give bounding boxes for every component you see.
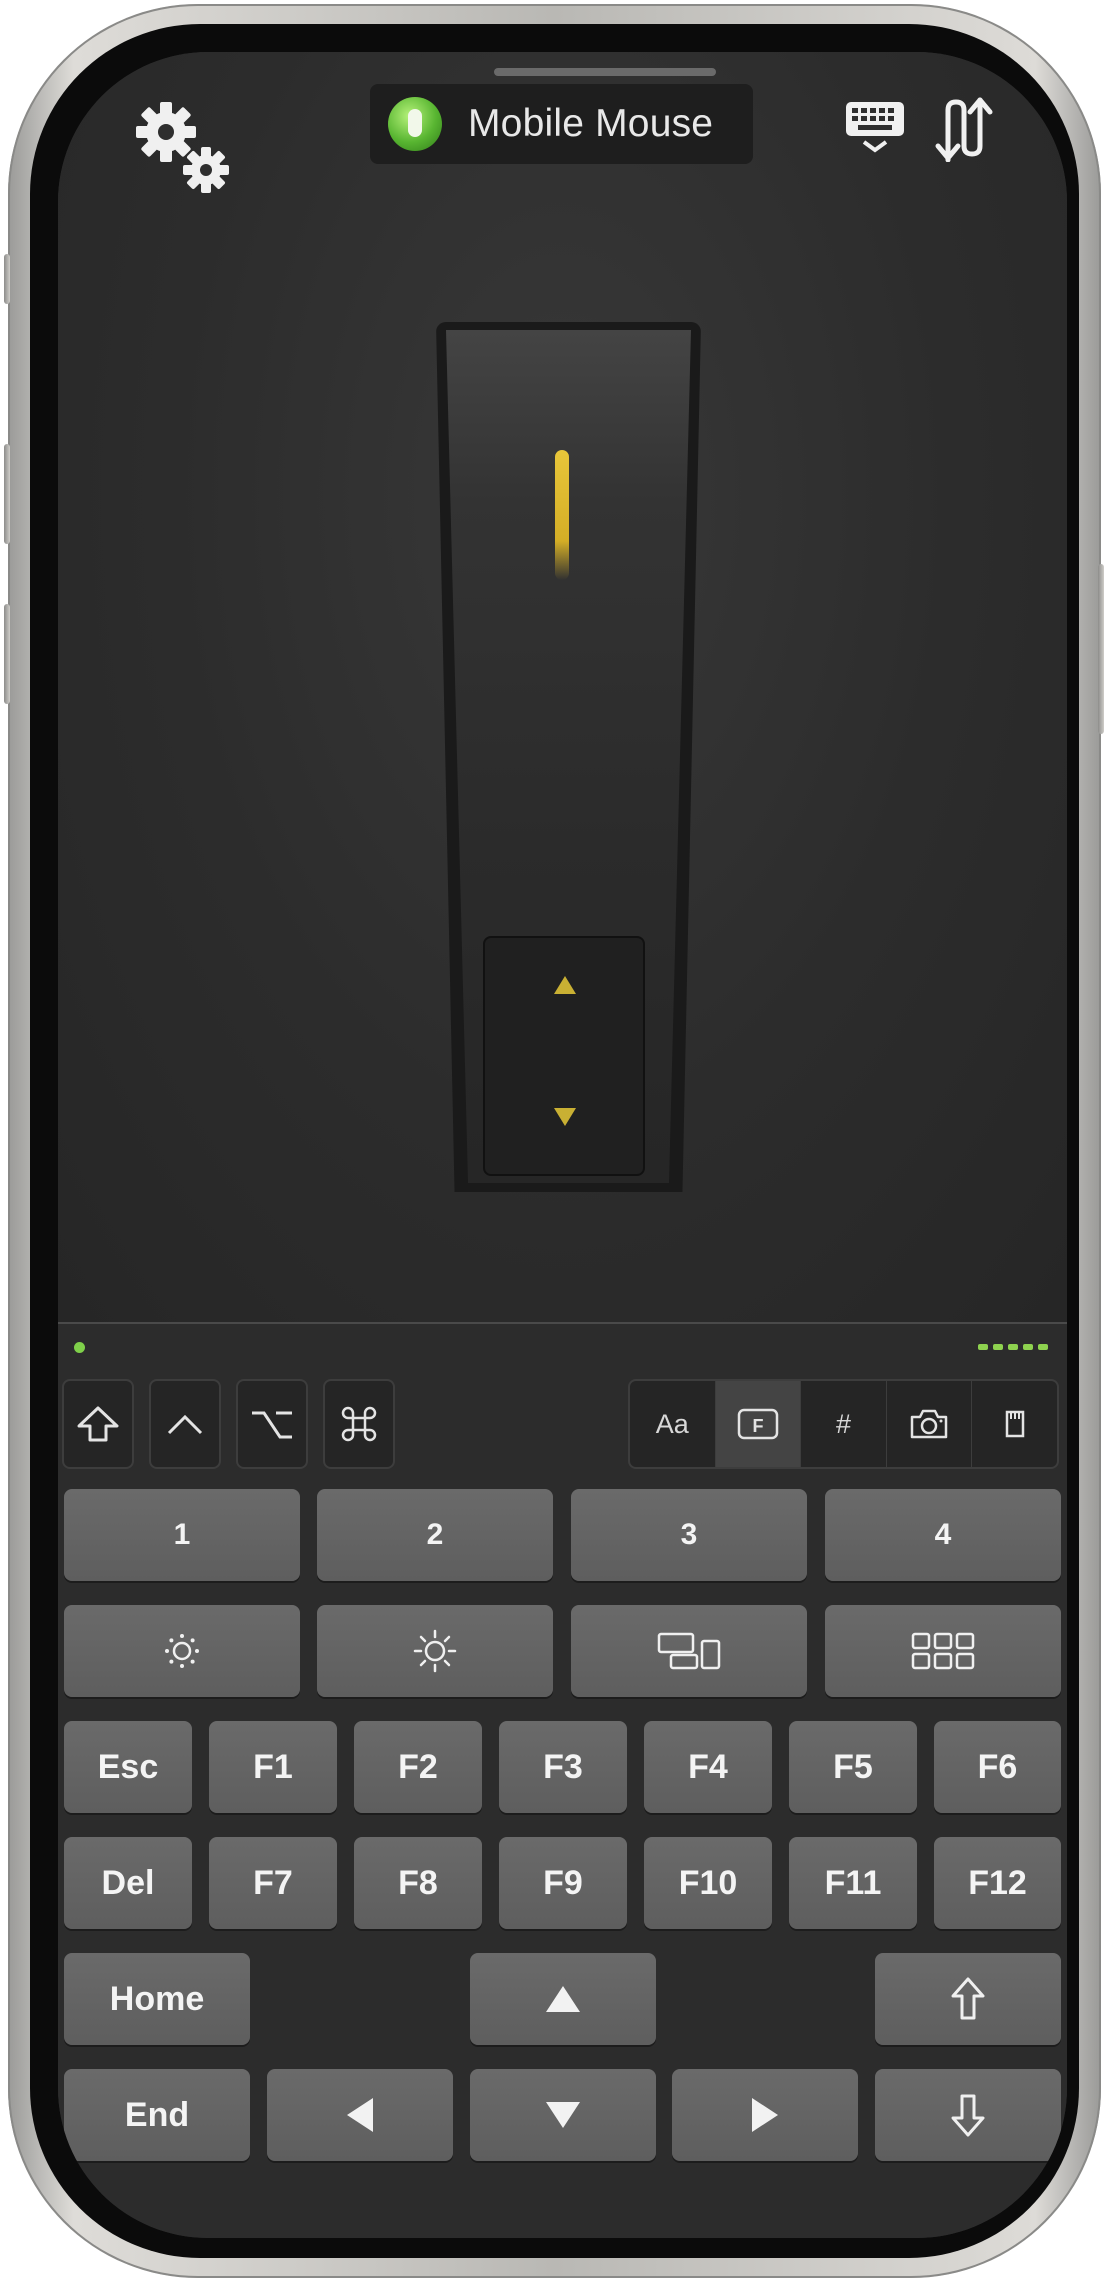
connection-title[interactable]: Mobile Mouse (370, 84, 753, 164)
shift-icon (77, 1406, 119, 1442)
key-f8[interactable]: F8 (354, 1837, 482, 1929)
key-label: F5 (833, 1747, 873, 1786)
key-label: F2 (398, 1747, 438, 1786)
key-label: Home (109, 1979, 205, 2018)
command-modifier[interactable] (323, 1379, 395, 1469)
key-4[interactable]: 4 (825, 1489, 1061, 1581)
key-f5[interactable]: F5 (789, 1721, 917, 1813)
key-page-up[interactable] (875, 1953, 1061, 2045)
key-del[interactable]: Del (64, 1837, 192, 1929)
key-home[interactable]: Home (64, 1953, 250, 2045)
key-label: F1 (253, 1747, 293, 1786)
key-brightness-down[interactable] (64, 1605, 300, 1697)
command-icon (341, 1406, 377, 1442)
control-caret-icon (167, 1414, 203, 1435)
speaker-grille (494, 68, 716, 76)
key-f3[interactable]: F3 (499, 1721, 627, 1813)
page-indicator (978, 1344, 1048, 1350)
key-f12[interactable]: F12 (934, 1837, 1061, 1929)
key-label: F9 (543, 1863, 583, 1902)
scroll-buttons[interactable] (483, 936, 645, 1176)
mode-function-keys[interactable]: F (714, 1381, 801, 1467)
mode-text[interactable]: Aa (630, 1381, 715, 1467)
arrow-left-icon (347, 2098, 373, 2132)
app-title: Mobile Mouse (468, 102, 714, 145)
key-label: Esc (97, 1747, 159, 1786)
key-label: F12 (968, 1863, 1027, 1902)
key-label: F3 (543, 1747, 583, 1786)
key-label: F6 (977, 1747, 1018, 1786)
page-down-arrow-icon (951, 2094, 985, 2137)
key-brightness-up[interactable] (317, 1605, 553, 1697)
key-label: F4 (688, 1747, 728, 1786)
side-button-volume-down (4, 604, 10, 704)
side-button-volume-up (4, 444, 10, 544)
option-modifier[interactable] (236, 1379, 308, 1469)
shift-modifier[interactable] (62, 1379, 134, 1469)
svg-text:F: F (752, 1416, 763, 1436)
triangle-up-icon[interactable] (554, 976, 576, 994)
arrow-down-icon (546, 2102, 580, 2128)
key-label: F11 (824, 1863, 882, 1902)
key-launchpad[interactable] (825, 1605, 1061, 1697)
key-end[interactable]: End (64, 2069, 250, 2161)
page-up-arrow-icon (951, 1977, 985, 2020)
key-label: F8 (398, 1863, 438, 1902)
key-arrow-down[interactable] (470, 2069, 656, 2161)
gears-icon[interactable] (128, 92, 248, 202)
keyboard-mode-selector: Aa F # (628, 1379, 1059, 1469)
sd-card-icon (1005, 1410, 1024, 1438)
phone-frame: Mobile Mouse Aa F # 1 2 3 4 Esc F1 F2 F3… (4, 4, 1104, 2278)
mode-numbers[interactable]: # (800, 1381, 886, 1467)
key-arrow-right[interactable] (672, 2069, 858, 2161)
app-screen: Mobile Mouse Aa F # 1 2 3 4 Esc F1 F2 F3… (58, 52, 1067, 2238)
key-f7[interactable]: F7 (209, 1837, 337, 1929)
arrow-up-icon (546, 1986, 580, 2012)
key-page-down[interactable] (875, 2069, 1061, 2161)
side-button-power (1098, 564, 1104, 734)
key-arrow-up[interactable] (470, 1953, 656, 2045)
key-label: 1 (173, 1518, 191, 1551)
key-2[interactable]: 2 (317, 1489, 553, 1581)
function-key-icon: F (737, 1408, 779, 1440)
keyboard-icon[interactable] (844, 100, 906, 156)
mode-text-label: Aa (655, 1408, 689, 1439)
key-f1[interactable]: F1 (209, 1721, 337, 1813)
key-label: F7 (253, 1863, 293, 1902)
mode-numbers-label: # (835, 1408, 851, 1439)
key-3[interactable]: 3 (571, 1489, 807, 1581)
key-mission-control[interactable] (571, 1605, 807, 1697)
brightness-down-icon (165, 1634, 199, 1668)
connection-status-icon (388, 97, 442, 151)
side-button-action (4, 254, 10, 304)
scroll-indicator (555, 450, 569, 580)
mode-storage[interactable] (971, 1381, 1057, 1467)
switch-arrows-icon[interactable] (934, 96, 998, 162)
brightness-up-icon (413, 1629, 457, 1673)
key-f2[interactable]: F2 (354, 1721, 482, 1813)
key-label: Del (101, 1863, 155, 1902)
key-f6[interactable]: F6 (934, 1721, 1061, 1813)
mission-control-icon (657, 1632, 721, 1670)
key-f10[interactable]: F10 (644, 1837, 772, 1929)
camera-icon (910, 1409, 948, 1439)
key-label: 3 (680, 1518, 698, 1551)
key-label: 4 (934, 1518, 952, 1551)
key-label: 2 (426, 1518, 444, 1551)
key-label: End (124, 2095, 190, 2134)
key-esc[interactable]: Esc (64, 1721, 192, 1813)
key-f11[interactable]: F11 (789, 1837, 917, 1929)
triangle-down-icon[interactable] (554, 1108, 576, 1126)
key-f9[interactable]: F9 (499, 1837, 627, 1929)
status-led (74, 1342, 85, 1353)
key-arrow-left[interactable] (267, 2069, 453, 2161)
mode-camera[interactable] (885, 1381, 972, 1467)
launchpad-grid-icon (911, 1632, 975, 1670)
key-1[interactable]: 1 (64, 1489, 300, 1581)
key-f4[interactable]: F4 (644, 1721, 772, 1813)
key-label: F10 (678, 1863, 738, 1902)
arrow-right-icon (752, 2098, 778, 2132)
option-icon (252, 1411, 292, 1439)
control-modifier[interactable] (149, 1379, 221, 1469)
